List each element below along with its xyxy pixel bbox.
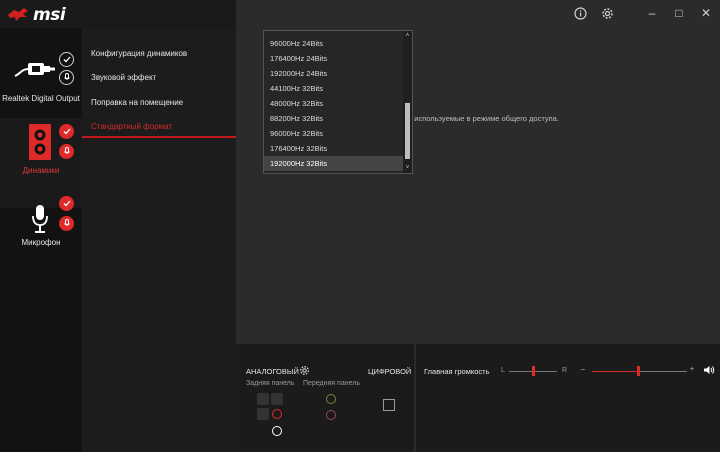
brand-text: msi <box>33 5 66 25</box>
default-comm-icon[interactable] <box>59 144 74 159</box>
dragon-icon <box>8 8 28 21</box>
balance-right-label: R <box>562 367 568 374</box>
default-comm-icon[interactable] <box>59 216 74 231</box>
format-option-selected[interactable]: 192000Hz 32Bits <box>264 156 403 171</box>
default-device-check-icon[interactable] <box>59 124 74 139</box>
speaker-icon <box>29 124 51 160</box>
analog-label: АНАЛОГОВЫЙ <box>246 367 299 376</box>
device-label-speakers: Динамики <box>22 166 60 175</box>
panel-divider <box>414 344 416 452</box>
analog-settings-icon[interactable] <box>299 365 310 376</box>
volume-plus[interactable]: + <box>690 366 694 373</box>
format-option[interactable]: 192000Hz 24Bits <box>264 66 403 81</box>
dropdown-scrollbar[interactable]: ˄ ˅ <box>403 31 412 173</box>
rear-jack[interactable] <box>257 408 269 420</box>
info-icon[interactable] <box>570 3 590 23</box>
balance-slider-knob[interactable] <box>532 366 535 376</box>
front-jack-mic[interactable] <box>326 410 336 420</box>
default-device-check-icon[interactable] <box>59 196 74 211</box>
format-option[interactable]: 176400Hz 24Bits <box>264 51 403 66</box>
rear-jack-speaker-out[interactable] <box>272 409 282 419</box>
master-volume-label: Главная громкость <box>424 367 490 376</box>
device-microphone[interactable]: Микрофон <box>0 193 82 263</box>
format-option[interactable]: 96000Hz 24Bits <box>264 36 403 51</box>
default-device-check-icon[interactable] <box>59 52 74 67</box>
format-dropdown-list[interactable]: 96000Hz 24Bits 176400Hz 24Bits 192000Hz … <box>263 30 413 174</box>
format-option[interactable]: 44100Hz 32Bits <box>264 81 403 96</box>
minimize-button[interactable]: – <box>642 3 662 23</box>
format-option[interactable]: 96000Hz 32Bits <box>264 126 403 141</box>
settings-submenu: Конфигурация динамиков Звуковой эффект П… <box>82 28 236 452</box>
rear-jack[interactable] <box>257 393 269 405</box>
close-button[interactable]: ✕ <box>696 3 716 23</box>
default-comm-icon[interactable] <box>59 70 74 85</box>
speaker-volume-icon[interactable] <box>703 365 715 375</box>
balance-left-label: L <box>501 367 505 374</box>
maximize-button[interactable]: □ <box>669 3 689 23</box>
format-description: сть, используемые в режиме общего доступ… <box>399 114 559 123</box>
device-digital-output[interactable]: Realtek Digital Output <box>0 48 82 118</box>
volume-minus[interactable]: – <box>581 366 585 373</box>
volume-slider-knob[interactable] <box>637 366 640 376</box>
submenu-default-format[interactable]: Стандартный формат <box>91 122 172 131</box>
submenu-sound-effect[interactable]: Звуковой эффект <box>91 73 156 82</box>
submenu-room-correction[interactable]: Поправка на помещение <box>91 98 183 107</box>
volume-slider-fill <box>592 370 639 372</box>
scroll-down-icon[interactable]: ˅ <box>403 164 412 172</box>
format-options: 96000Hz 24Bits 176400Hz 24Bits 192000Hz … <box>264 31 403 173</box>
device-sidebar: Realtek Digital Output Динамики Микрофон <box>0 28 82 452</box>
format-option[interactable]: 48000Hz 32Bits <box>264 96 403 111</box>
digital-label: ЦИФРОВОЙ <box>368 367 412 376</box>
active-tab-underline <box>82 136 236 138</box>
device-label-microphone: Микрофон <box>21 238 61 247</box>
rear-panel-label: Задняя панель <box>246 380 295 387</box>
scroll-up-icon[interactable]: ˄ <box>403 32 412 40</box>
rear-jack-black[interactable] <box>272 426 282 436</box>
titlebar-controls: – □ ✕ <box>236 0 720 28</box>
bottom-panel: АНАЛОГОВЫЙ ЦИФРОВОЙ Задняя панель Передн… <box>236 344 720 452</box>
app-window: msi – □ ✕ Realtek Digital Output Динамик… <box>0 0 720 452</box>
submenu-speaker-config[interactable]: Конфигурация динамиков <box>91 49 187 58</box>
front-jack-headphone[interactable] <box>326 394 336 404</box>
format-option[interactable]: 88200Hz 32Bits <box>264 111 403 126</box>
gear-icon[interactable] <box>597 3 617 23</box>
front-panel-label: Передняя панель <box>303 380 360 387</box>
microphone-icon <box>32 205 48 233</box>
title-bar: msi – □ ✕ <box>0 0 720 28</box>
device-label-digital-output: Realtek Digital Output <box>2 94 80 103</box>
spdif-port-icon[interactable] <box>383 399 395 411</box>
msi-logo: msi <box>7 5 66 25</box>
format-option[interactable]: 176400Hz 32Bits <box>264 141 403 156</box>
rear-jack[interactable] <box>271 393 283 405</box>
logo-area: msi <box>0 0 236 28</box>
scrollbar-thumb[interactable] <box>405 103 410 159</box>
digital-output-icon <box>14 63 55 77</box>
